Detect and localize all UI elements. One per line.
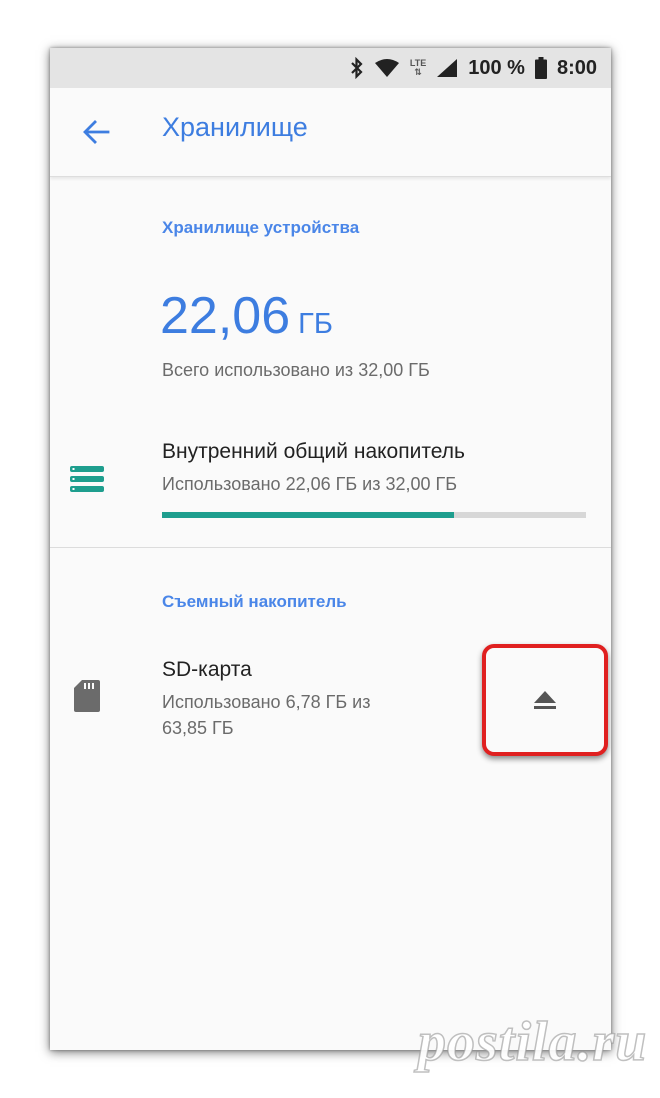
section-divider [50,547,611,548]
clock: 8:00 [556,56,597,79]
app-bar: Хранилище [50,88,611,177]
signal-icon [436,58,458,78]
lte-label: LTE [409,58,427,68]
back-button[interactable] [74,110,118,154]
battery-percent: 100 % [468,56,525,79]
storage-total-text: Всего использовано из 32,00 ГБ [162,360,430,380]
status-bar: LTE ⇅ 100 % 8:00 [50,48,611,88]
eject-button-highlight [482,644,608,756]
page-title: Хранилище [162,112,308,142]
internal-storage-progress-fill [162,512,455,518]
internal-storage-progress [162,512,586,518]
device-storage-header: Хранилище устройства [162,218,360,237]
sd-card-icon [74,680,100,717]
wifi-icon [374,58,400,78]
lte-icon: LTE ⇅ [409,58,427,77]
sd-card-summary-line1: Использовано 6,78 ГБ из [162,692,371,712]
sd-card-title: SD-карта [162,658,252,681]
arrow-left-icon [83,120,110,144]
storage-used-summary: 22,06 ГБ [160,286,333,346]
removable-storage-header: Съемный накопитель [162,592,347,611]
sd-card-summary-line2: 63,85 ГБ [162,718,234,738]
watermark: postila.ru [417,1010,648,1074]
bluetooth-icon [350,57,364,79]
storage-used-unit: ГБ [298,308,333,340]
internal-storage-title: Внутренний общий накопитель [162,440,465,463]
storage-list-icon [70,466,104,497]
storage-used-value: 22,06 [160,287,291,345]
battery-icon [534,57,547,79]
internal-storage-summary: Использовано 22,06 ГБ из 32,00 ГБ [162,474,458,494]
phone-screen: LTE ⇅ 100 % 8:00 Хранилище Хранилище устр… [50,48,611,1050]
eject-icon [534,691,556,709]
eject-button[interactable] [521,676,569,724]
